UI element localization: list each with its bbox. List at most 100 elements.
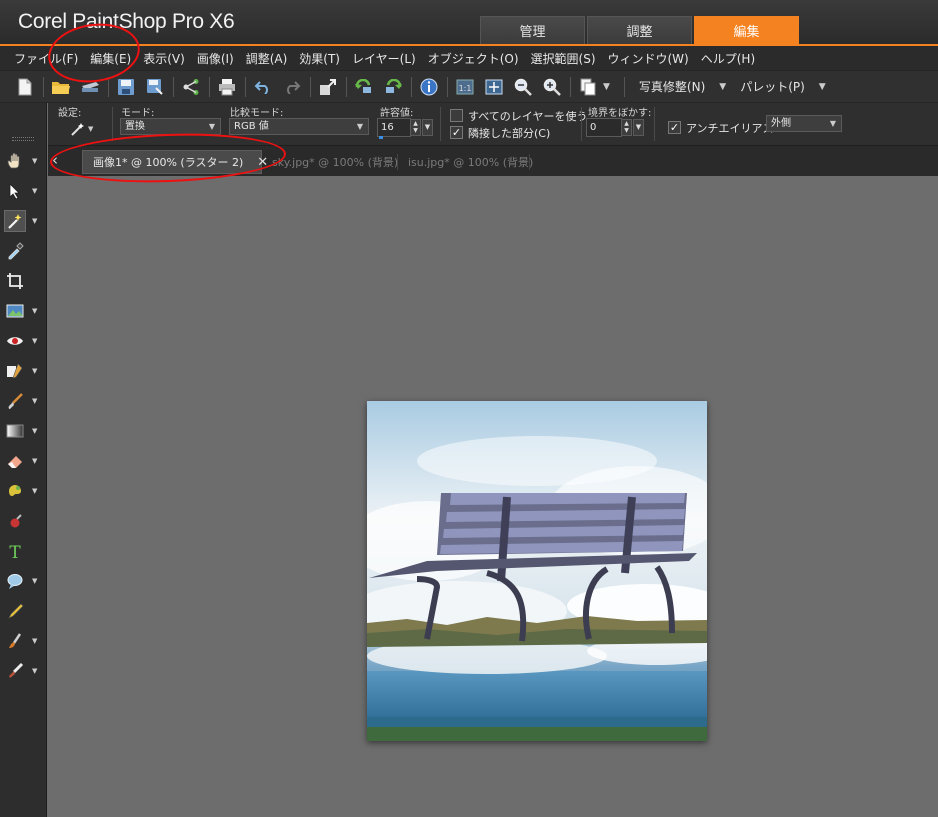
chevron-down-icon[interactable]: ▼ xyxy=(32,397,37,405)
new-file-button[interactable] xyxy=(14,76,36,98)
feather-input[interactable]: 0 xyxy=(586,118,622,137)
use-all-layers-checkbox[interactable] xyxy=(450,109,463,122)
tool-clone[interactable]: ▼ xyxy=(4,358,44,384)
document-image[interactable] xyxy=(367,401,707,741)
rotate-right-icon xyxy=(386,78,402,93)
menu-view[interactable]: 表示(V) xyxy=(137,50,191,67)
chevron-down-icon[interactable]: ▼ xyxy=(32,667,37,675)
redo-button[interactable] xyxy=(281,76,303,98)
tool-crop[interactable] xyxy=(4,268,44,294)
tool-preset-shape[interactable]: ▼ xyxy=(4,568,44,594)
rotate-right-button[interactable] xyxy=(382,76,404,98)
share-button[interactable] xyxy=(180,76,202,98)
match-mode-dropdown[interactable]: RGB 値 ▼ xyxy=(229,118,369,135)
save-button[interactable] xyxy=(115,76,137,98)
chevron-down-icon[interactable]: ▼ xyxy=(32,307,37,315)
mode-dropdown[interactable]: 置換 ▼ xyxy=(120,118,221,135)
info-button[interactable] xyxy=(418,76,440,98)
chevron-down-icon[interactable]: ▼ xyxy=(32,337,37,345)
menu-layers[interactable]: レイヤー(L) xyxy=(346,50,422,67)
feather-stepper[interactable]: ▲ ▼ xyxy=(621,119,632,136)
tool-pan[interactable]: ▼ xyxy=(4,148,44,174)
menu-objects[interactable]: オブジェクト(O) xyxy=(422,50,525,67)
antialias-mode-dropdown[interactable]: 外側 ▼ xyxy=(766,115,842,132)
tab-manage[interactable]: 管理 xyxy=(480,16,585,44)
chevron-down-icon[interactable]: ▼ xyxy=(32,457,37,465)
palette-menu-button[interactable]: パレット(P) ▼ xyxy=(740,78,826,95)
print-button[interactable] xyxy=(216,76,238,98)
tool-gradient[interactable]: ▼ xyxy=(4,418,44,444)
undo-button[interactable] xyxy=(252,76,274,98)
tab-adjust[interactable]: 調整 xyxy=(587,16,692,44)
magic-wand-preset-icon xyxy=(71,123,84,136)
tolerance-stepper[interactable]: ▲ ▼ xyxy=(410,119,421,136)
tolerance-slider-toggle[interactable]: ▼ xyxy=(422,119,433,136)
tool-picture-tube[interactable]: ▼ xyxy=(4,478,44,504)
chevron-down-icon: ▼ xyxy=(88,125,94,133)
feather-slider-toggle[interactable]: ▼ xyxy=(633,119,644,136)
chevron-down-icon[interactable]: ▼ xyxy=(603,82,610,92)
tool-pick[interactable]: ▼ xyxy=(4,178,44,204)
chevron-down-icon[interactable]: ▼ xyxy=(32,187,37,195)
text-tool-icon: T xyxy=(4,540,26,562)
contiguous-checkbox[interactable]: ✓ xyxy=(450,126,463,139)
chevron-down-icon: ▼ xyxy=(719,81,727,92)
tools-panel: ▼ ▼ ▼ ▼ ▼ ▼ ▼ ▼ ▼ ▼ T ▼ ▼ ▼ xyxy=(0,103,47,817)
chevron-down-icon[interactable]: ▼ xyxy=(32,367,37,375)
chevron-down-icon[interactable]: ▼ xyxy=(32,157,37,165)
share-icon xyxy=(183,78,199,95)
photo-fix-menu-button[interactable]: 写真修整(N) ▼ xyxy=(639,78,726,95)
copy-button[interactable] xyxy=(577,76,599,98)
tool-color-changer[interactable] xyxy=(4,508,44,534)
menu-help[interactable]: ヘルプ(H) xyxy=(695,50,761,67)
rotate-left-icon xyxy=(355,78,371,93)
tab-edit[interactable]: 編集 xyxy=(694,16,799,44)
options-separator xyxy=(112,107,113,141)
canvas-area[interactable] xyxy=(48,176,938,817)
chevron-down-icon[interactable]: ▼ xyxy=(32,217,37,225)
chevron-down-icon[interactable]: ▼ xyxy=(32,577,37,585)
fit-window-button[interactable] xyxy=(483,76,505,98)
doc-tab-isu[interactable]: isu.jpg* @ 100% (背景) xyxy=(398,150,543,174)
tool-text[interactable]: T xyxy=(4,538,44,564)
tool-smudge[interactable]: ▼ xyxy=(4,658,44,684)
menu-image[interactable]: 画像(I) xyxy=(191,50,240,67)
preset-dropdown[interactable]: ▼ xyxy=(70,121,100,137)
preset-label: 設定: xyxy=(58,108,82,119)
chevron-down-icon[interactable]: ▼ xyxy=(32,637,37,645)
tolerance-level-bar xyxy=(379,136,383,139)
save-as-button[interactable] xyxy=(144,76,166,98)
tool-straighten[interactable]: ▼ xyxy=(4,298,44,324)
tool-red-eye[interactable]: ▼ xyxy=(4,328,44,354)
menu-effects[interactable]: 効果(T) xyxy=(293,50,346,67)
chevron-down-icon: ▼ xyxy=(356,122,363,131)
save-disk-icon xyxy=(118,78,134,95)
copy-icon xyxy=(580,78,596,95)
tool-magic-wand[interactable]: ▼ xyxy=(4,208,44,234)
resize-button[interactable] xyxy=(317,76,339,98)
open-folder-icon xyxy=(52,81,70,94)
zoom-in-button[interactable] xyxy=(541,76,563,98)
tool-paint-brush[interactable]: ▼ xyxy=(4,388,44,414)
menu-window[interactable]: ウィンドウ(W) xyxy=(602,50,695,67)
tolerance-input[interactable]: 16 xyxy=(377,118,411,137)
tool-eraser[interactable]: ▼ xyxy=(4,448,44,474)
toolbar-grip[interactable] xyxy=(12,137,34,141)
tool-pen[interactable] xyxy=(4,598,44,624)
zoom-in-icon xyxy=(543,78,561,96)
tool-warp-brush[interactable]: ▼ xyxy=(4,628,44,654)
tool-dropper[interactable] xyxy=(4,238,44,264)
antialias-checkbox[interactable]: ✓ xyxy=(668,121,681,134)
info-icon xyxy=(420,78,438,95)
chevron-down-icon: ▼ xyxy=(829,119,836,128)
options-separator xyxy=(654,107,655,141)
color-changer-icon xyxy=(4,510,26,532)
rotate-left-button[interactable] xyxy=(353,76,375,98)
actual-size-button[interactable]: 1:1 xyxy=(454,76,476,98)
zoom-out-button[interactable] xyxy=(512,76,534,98)
chevron-down-icon[interactable]: ▼ xyxy=(32,427,37,435)
clone-icon xyxy=(4,360,26,382)
menu-adjust[interactable]: 調整(A) xyxy=(240,50,294,67)
menu-selections[interactable]: 選択範囲(S) xyxy=(525,50,602,67)
chevron-down-icon[interactable]: ▼ xyxy=(32,487,37,495)
